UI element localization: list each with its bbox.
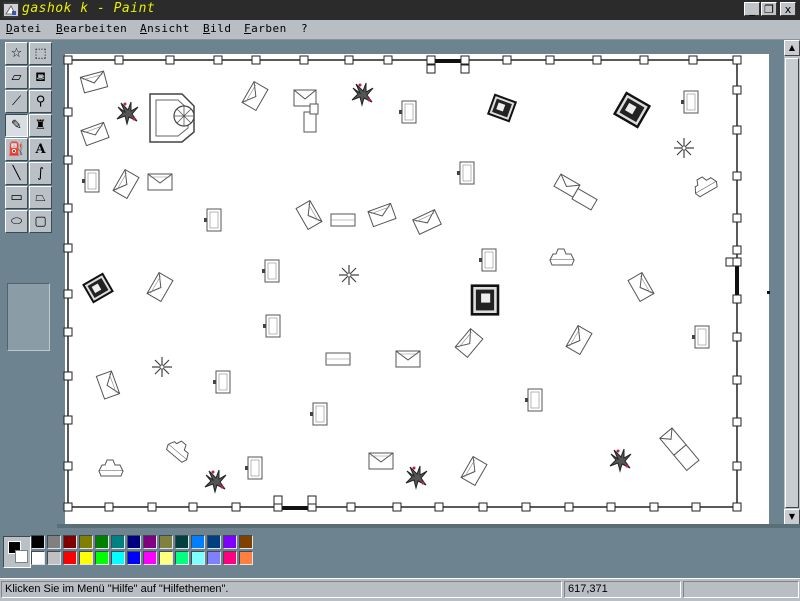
restore-button[interactable]: ❐	[761, 2, 777, 16]
drawing-canvas[interactable]	[57, 40, 784, 525]
menu-bar: Datei Bearbeiten Ansicht Bild Farben ?	[0, 20, 800, 40]
ellipse-icon[interactable]: ⬭	[5, 210, 28, 233]
palette-color-swatch[interactable]	[175, 551, 189, 565]
palette-color-swatch[interactable]	[79, 535, 93, 549]
status-help-text: Klicken Sie im Menü "Hilfe" auf "Hilfeth…	[1, 581, 562, 598]
rectangle-icon[interactable]: ▭	[5, 186, 28, 209]
palette-color-swatch[interactable]	[175, 535, 189, 549]
palette-color-swatch[interactable]	[159, 535, 173, 549]
palette-color-swatch[interactable]	[127, 551, 141, 565]
scroll-up-arrow-icon[interactable]: ▲	[784, 40, 800, 56]
title-bar: gashok k - Paint _ ❐ x	[0, 0, 800, 20]
menu-bild[interactable]: Bild	[203, 22, 232, 35]
palette-color-swatch[interactable]	[31, 535, 45, 549]
pencil-icon[interactable]: ✎	[5, 114, 28, 137]
window-title: gashok k - Paint	[22, 1, 156, 16]
palette-color-swatch[interactable]	[191, 535, 205, 549]
scroll-thumb[interactable]	[785, 58, 799, 508]
text-icon[interactable]: A	[29, 138, 52, 161]
palette-color-swatch[interactable]	[47, 551, 61, 565]
magnifier-icon[interactable]: ⚲	[29, 90, 52, 113]
palette-color-swatch[interactable]	[223, 551, 237, 565]
status-bar: Klicken Sie im Menü "Hilfe" auf "Hilfeth…	[0, 578, 800, 601]
close-button[interactable]: x	[780, 2, 796, 16]
paint-app-icon[interactable]	[3, 2, 19, 18]
scroll-down-arrow-icon[interactable]: ▼	[784, 509, 800, 525]
tool-options-panel[interactable]	[7, 283, 50, 351]
palette-color-swatch[interactable]	[95, 535, 109, 549]
color-picker-icon[interactable]: ⟋	[5, 90, 28, 113]
palette-color-swatch[interactable]	[207, 535, 221, 549]
palette-color-swatch[interactable]	[143, 535, 157, 549]
palette-color-swatch[interactable]	[127, 535, 141, 549]
tool-box: ☆ ⬚ ▱ ⛾ ⟋ ⚲ ✎ ♜ ⛽ A ╲ ∫ ▭ ⏢ ⬭ ▢	[0, 40, 58, 525]
eraser-icon[interactable]: ▱	[5, 66, 28, 89]
select-icon[interactable]: ⬚	[29, 42, 52, 65]
palette-color-swatch[interactable]	[239, 535, 253, 549]
canvas-area	[57, 40, 784, 525]
palette-color-swatch[interactable]	[47, 535, 61, 549]
background-color-swatch	[15, 550, 28, 563]
palette-color-swatch[interactable]	[63, 551, 77, 565]
palette-color-swatch[interactable]	[95, 551, 109, 565]
fill-bucket-icon[interactable]: ⛾	[29, 66, 52, 89]
free-form-select-icon[interactable]: ☆	[5, 42, 28, 65]
menu-help[interactable]: ?	[301, 22, 308, 35]
palette-color-swatch[interactable]	[31, 551, 45, 565]
palette-color-swatch[interactable]	[207, 551, 221, 565]
polygon-icon[interactable]: ⏢	[29, 186, 52, 209]
airbrush-icon[interactable]: ⛽	[5, 138, 28, 161]
menu-bearbeiten[interactable]: Bearbeiten	[56, 22, 127, 35]
current-colors-indicator[interactable]	[3, 536, 31, 568]
palette-color-swatch[interactable]	[223, 535, 237, 549]
curve-icon[interactable]: ∫	[29, 162, 52, 185]
status-selection-size	[683, 581, 799, 598]
palette-color-swatch[interactable]	[63, 535, 77, 549]
line-icon[interactable]: ╲	[5, 162, 28, 185]
status-cursor-coordinates: 617,371	[564, 581, 681, 598]
palette-color-swatch[interactable]	[143, 551, 157, 565]
palette-color-swatch[interactable]	[159, 551, 173, 565]
palette-color-swatch[interactable]	[239, 551, 253, 565]
menu-farben[interactable]: Farben	[244, 22, 287, 35]
menu-datei[interactable]: Datei	[6, 22, 42, 35]
minimize-button[interactable]: _	[744, 2, 760, 16]
palette-color-swatch[interactable]	[111, 535, 125, 549]
vertical-scrollbar[interactable]: ▲ ▼	[784, 40, 800, 525]
palette-color-swatch[interactable]	[79, 551, 93, 565]
rounded-rectangle-icon[interactable]: ▢	[29, 210, 52, 233]
palette-color-swatch[interactable]	[191, 551, 205, 565]
palette-color-swatch[interactable]	[111, 551, 125, 565]
menu-ansicht[interactable]: Ansicht	[140, 22, 190, 35]
brush-icon[interactable]: ♜	[29, 114, 52, 137]
